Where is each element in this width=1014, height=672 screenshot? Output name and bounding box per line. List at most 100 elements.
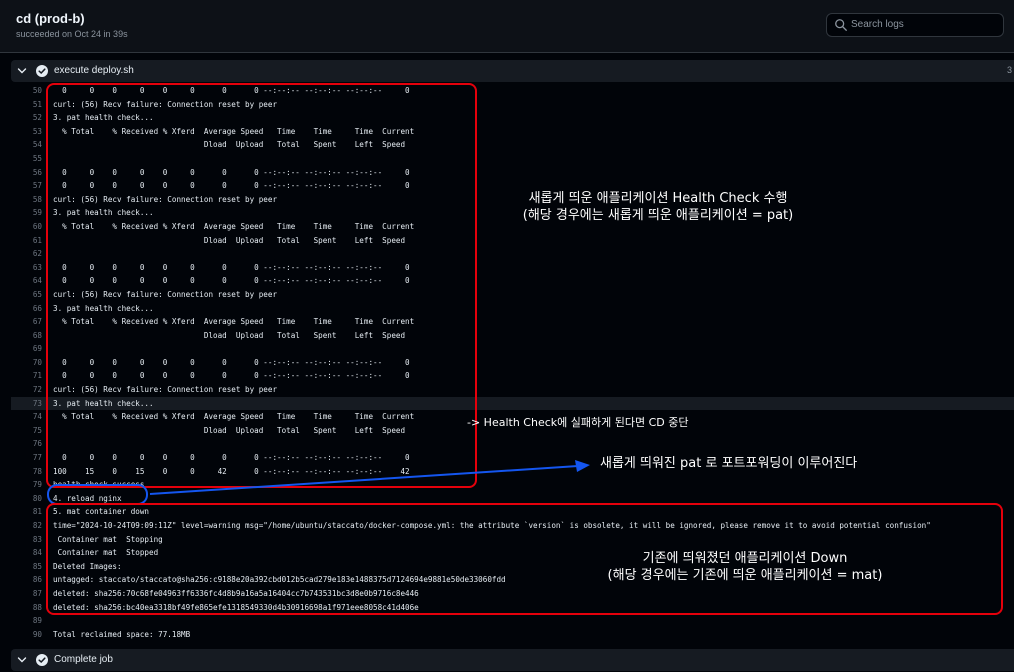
chevron-down-icon[interactable] [17, 655, 27, 665]
log-line-number[interactable]: 50 [11, 84, 42, 98]
log-line-number[interactable]: 75 [11, 424, 42, 438]
log-line-text: 0 0 0 0 0 0 0 0 --:--:-- --:--:-- --:--:… [53, 181, 410, 191]
log-line: 66 3. pat health check... [11, 302, 1014, 316]
log-line-text: 5. mat container down [53, 507, 150, 517]
step-duration: 3 [1006, 65, 1012, 75]
log-line-text: curl: (56) Recv failure: Connection rese… [53, 194, 278, 204]
health-check-annotation-line2: (해당 경우에는 새롭게 띄운 애플리케이션 = pat) [522, 208, 794, 223]
log-line-text: % Total % Received % Xferd Average Speed… [53, 221, 415, 231]
log-line-number[interactable]: 60 [11, 220, 42, 234]
log-line-text: Container mat Stopped [53, 548, 159, 558]
log-line: 54 Dload Upload Total Spent Left Speed [11, 138, 1014, 152]
search-icon [835, 19, 847, 31]
log-line-number[interactable]: 81 [11, 505, 42, 519]
log-line-number[interactable]: 54 [11, 138, 42, 152]
search-logs-input[interactable]: Search logs [826, 13, 1004, 37]
log-line-text: Total reclaimed space: 77.18MB [53, 629, 191, 639]
log-line: 76 [11, 437, 1014, 451]
log-line-number[interactable]: 53 [11, 125, 42, 139]
log-line-text: deleted: sha256:70c68fe04963ff6336fc4d8b… [53, 588, 419, 598]
log-line-text: 4. reload nginx [53, 493, 122, 503]
log-line-number[interactable]: 71 [11, 369, 42, 383]
log-line-text: Container mat Stopping [53, 534, 163, 544]
log-line-number[interactable]: 79 [11, 478, 42, 492]
log-line-number[interactable]: 55 [11, 152, 42, 166]
log-line-number[interactable]: 90 [11, 628, 42, 642]
log-line-number[interactable]: 51 [11, 98, 42, 112]
log-line: 90 Total reclaimed space: 77.18MB [11, 628, 1014, 642]
log-line-text: 0 0 0 0 0 0 0 0 --:--:-- --:--:-- --:--:… [53, 262, 410, 272]
log-line: 53 % Total % Received % Xferd Average Sp… [11, 125, 1014, 139]
log-line-number[interactable]: 59 [11, 206, 42, 220]
log-line-number[interactable]: 72 [11, 383, 42, 397]
forward-annotation: 새롭게 띄워진 pat 로 포트포워딩이 이루어진다 [600, 456, 858, 471]
log-line-text: 0 0 0 0 0 0 0 0 --:--:-- --:--:-- --:--:… [53, 371, 410, 381]
log-line: 88 deleted: sha256:bc40ea3318bf49fe865efe… [11, 601, 1014, 615]
log-line-number[interactable]: 89 [11, 614, 42, 628]
run-title: cd (prod-b) [16, 11, 85, 26]
fail-annotation: -> Health Check에 실패하게 된다면 CD 중단 [467, 416, 689, 429]
log-line-number[interactable]: 52 [11, 111, 42, 125]
log-line-number[interactable]: 86 [11, 573, 42, 587]
container-down-annotation-line1: 기존에 띄워졌던 애플리케이션 Down [642, 551, 848, 566]
log-line-number[interactable]: 68 [11, 329, 42, 343]
log-line: 82 time="2024-10-24T09:09:11Z" level=warn… [11, 519, 1014, 533]
log-line: 87 deleted: sha256:70c68fe04963ff6336fc4d… [11, 587, 1014, 601]
log-line: 70 0 0 0 0 0 0 0 0 --:--:-- --:--:-- --:… [11, 356, 1014, 370]
log-line-number[interactable]: 70 [11, 356, 42, 370]
health-check-annotation: 새롭게 띄운 애플리케이션 Health Check 수행 (해당 경우에는 새… [468, 190, 848, 224]
log-line-text: % Total % Received % Xferd Average Speed… [53, 412, 415, 422]
log-line-number[interactable]: 67 [11, 315, 42, 329]
container-down-annotation-line2: (해당 경우에는 기존에 띄운 애플리케이션 = mat) [607, 568, 883, 583]
log-line: 77 0 0 0 0 0 0 0 0 --:--:-- --:--:-- --:… [11, 451, 1014, 465]
log-line-number[interactable]: 84 [11, 546, 42, 560]
step-label: Complete job [54, 654, 113, 665]
log-line: 62 [11, 247, 1014, 261]
log-line-number[interactable]: 76 [11, 437, 42, 451]
log-line: 65 curl: (56) Recv failure: Connection re… [11, 288, 1014, 302]
log-line-text: 3. pat health check... [53, 208, 154, 218]
log-line: 64 0 0 0 0 0 0 0 0 --:--:-- --:--:-- --:… [11, 274, 1014, 288]
log-line-number[interactable]: 69 [11, 342, 42, 356]
step-complete-job[interactable]: Complete job [11, 649, 1014, 671]
log-line-text: deleted: sha256:bc40ea3318bf49fe865efe13… [53, 602, 419, 612]
log-line-number[interactable]: 80 [11, 492, 42, 506]
log-line-number[interactable]: 57 [11, 179, 42, 193]
log-line-number[interactable]: 65 [11, 288, 42, 302]
log-line-number[interactable]: 58 [11, 193, 42, 207]
log-line-text: curl: (56) Recv failure: Connection rese… [53, 289, 278, 299]
log-line: 56 0 0 0 0 0 0 0 0 --:--:-- --:--:-- --:… [11, 166, 1014, 180]
log-line-text: health check success [53, 480, 145, 490]
log-line-number[interactable]: 63 [11, 261, 42, 275]
log-line-number[interactable]: 87 [11, 587, 42, 601]
log-line-number[interactable]: 77 [11, 451, 42, 465]
container-down-annotation: 기존에 띄워졌던 애플리케이션 Down (해당 경우에는 기존에 띄운 애플리… [555, 550, 935, 584]
chevron-down-icon[interactable] [17, 66, 27, 76]
log-line-number[interactable]: 74 [11, 410, 42, 424]
step-execute-deploy[interactable]: execute deploy.sh 3 [11, 60, 1014, 82]
log-line: 69 [11, 342, 1014, 356]
search-placeholder: Search logs [851, 19, 904, 30]
log-line-number[interactable]: 61 [11, 234, 42, 248]
log-line-text: 0 0 0 0 0 0 0 0 --:--:-- --:--:-- --:--:… [53, 357, 410, 367]
log-line-number[interactable]: 73 [11, 397, 42, 411]
log-line-text: 100 15 0 15 0 0 42 0 --:--:-- --:--:-- -… [53, 466, 410, 476]
log-line: 89 [11, 614, 1014, 628]
log-line-number[interactable]: 88 [11, 601, 42, 615]
log-line-number[interactable]: 64 [11, 274, 42, 288]
log-line: 63 0 0 0 0 0 0 0 0 --:--:-- --:--:-- --:… [11, 261, 1014, 275]
log-line: 61 Dload Upload Total Spent Left Speed [11, 234, 1014, 248]
log-line-text: 3. pat health check... [53, 113, 154, 123]
log-line-text: Dload Upload Total Spent Left Speed [53, 330, 406, 340]
log-line-number[interactable]: 83 [11, 533, 42, 547]
log-line-text: Dload Upload Total Spent Left Speed [53, 235, 406, 245]
log-line: 78 100 15 0 15 0 0 42 0 --:--:-- --:--:--… [11, 465, 1014, 479]
log-line-number[interactable]: 82 [11, 519, 42, 533]
log-line-number[interactable]: 66 [11, 302, 42, 316]
log-line-text: time="2024-10-24T09:09:11Z" level=warnin… [53, 521, 931, 530]
log-line-text: Dload Upload Total Spent Left Speed [53, 140, 406, 150]
log-line-number[interactable]: 85 [11, 560, 42, 574]
log-line-number[interactable]: 56 [11, 166, 42, 180]
log-line-number[interactable]: 62 [11, 247, 42, 261]
log-line-number[interactable]: 78 [11, 465, 42, 479]
